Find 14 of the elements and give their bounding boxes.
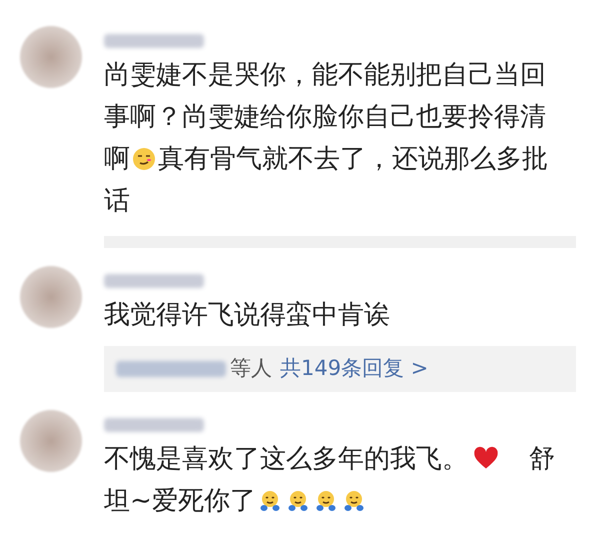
hugging-face-icon xyxy=(286,489,310,513)
replies-box[interactable]: 等人 共149条回复 > xyxy=(104,346,576,392)
comment-text: 不愧是喜欢了这么多年的我飞。 舒坦~爱死你了 xyxy=(104,443,556,518)
replies-link[interactable]: 共149条回复 > xyxy=(280,353,428,385)
avatar[interactable] xyxy=(20,26,82,88)
comment-text: 我觉得许飞说得蛮中肯诶 xyxy=(104,299,391,332)
comment-text: 尚雯婕不是哭你，能不能别把自己当回事啊？尚雯婕给你脸你自己也要拎得清啊 真有骨气就不去了，还说那么多批话 xyxy=(104,59,549,218)
hugging-face-icon xyxy=(342,489,366,513)
hugging-face-icon xyxy=(258,489,282,513)
hugging-face-icon xyxy=(314,489,338,513)
avatar[interactable] xyxy=(20,410,82,472)
replies-suffix: 等人 xyxy=(230,355,272,382)
avatar[interactable] xyxy=(20,266,82,328)
smirk-face-icon xyxy=(132,147,156,171)
